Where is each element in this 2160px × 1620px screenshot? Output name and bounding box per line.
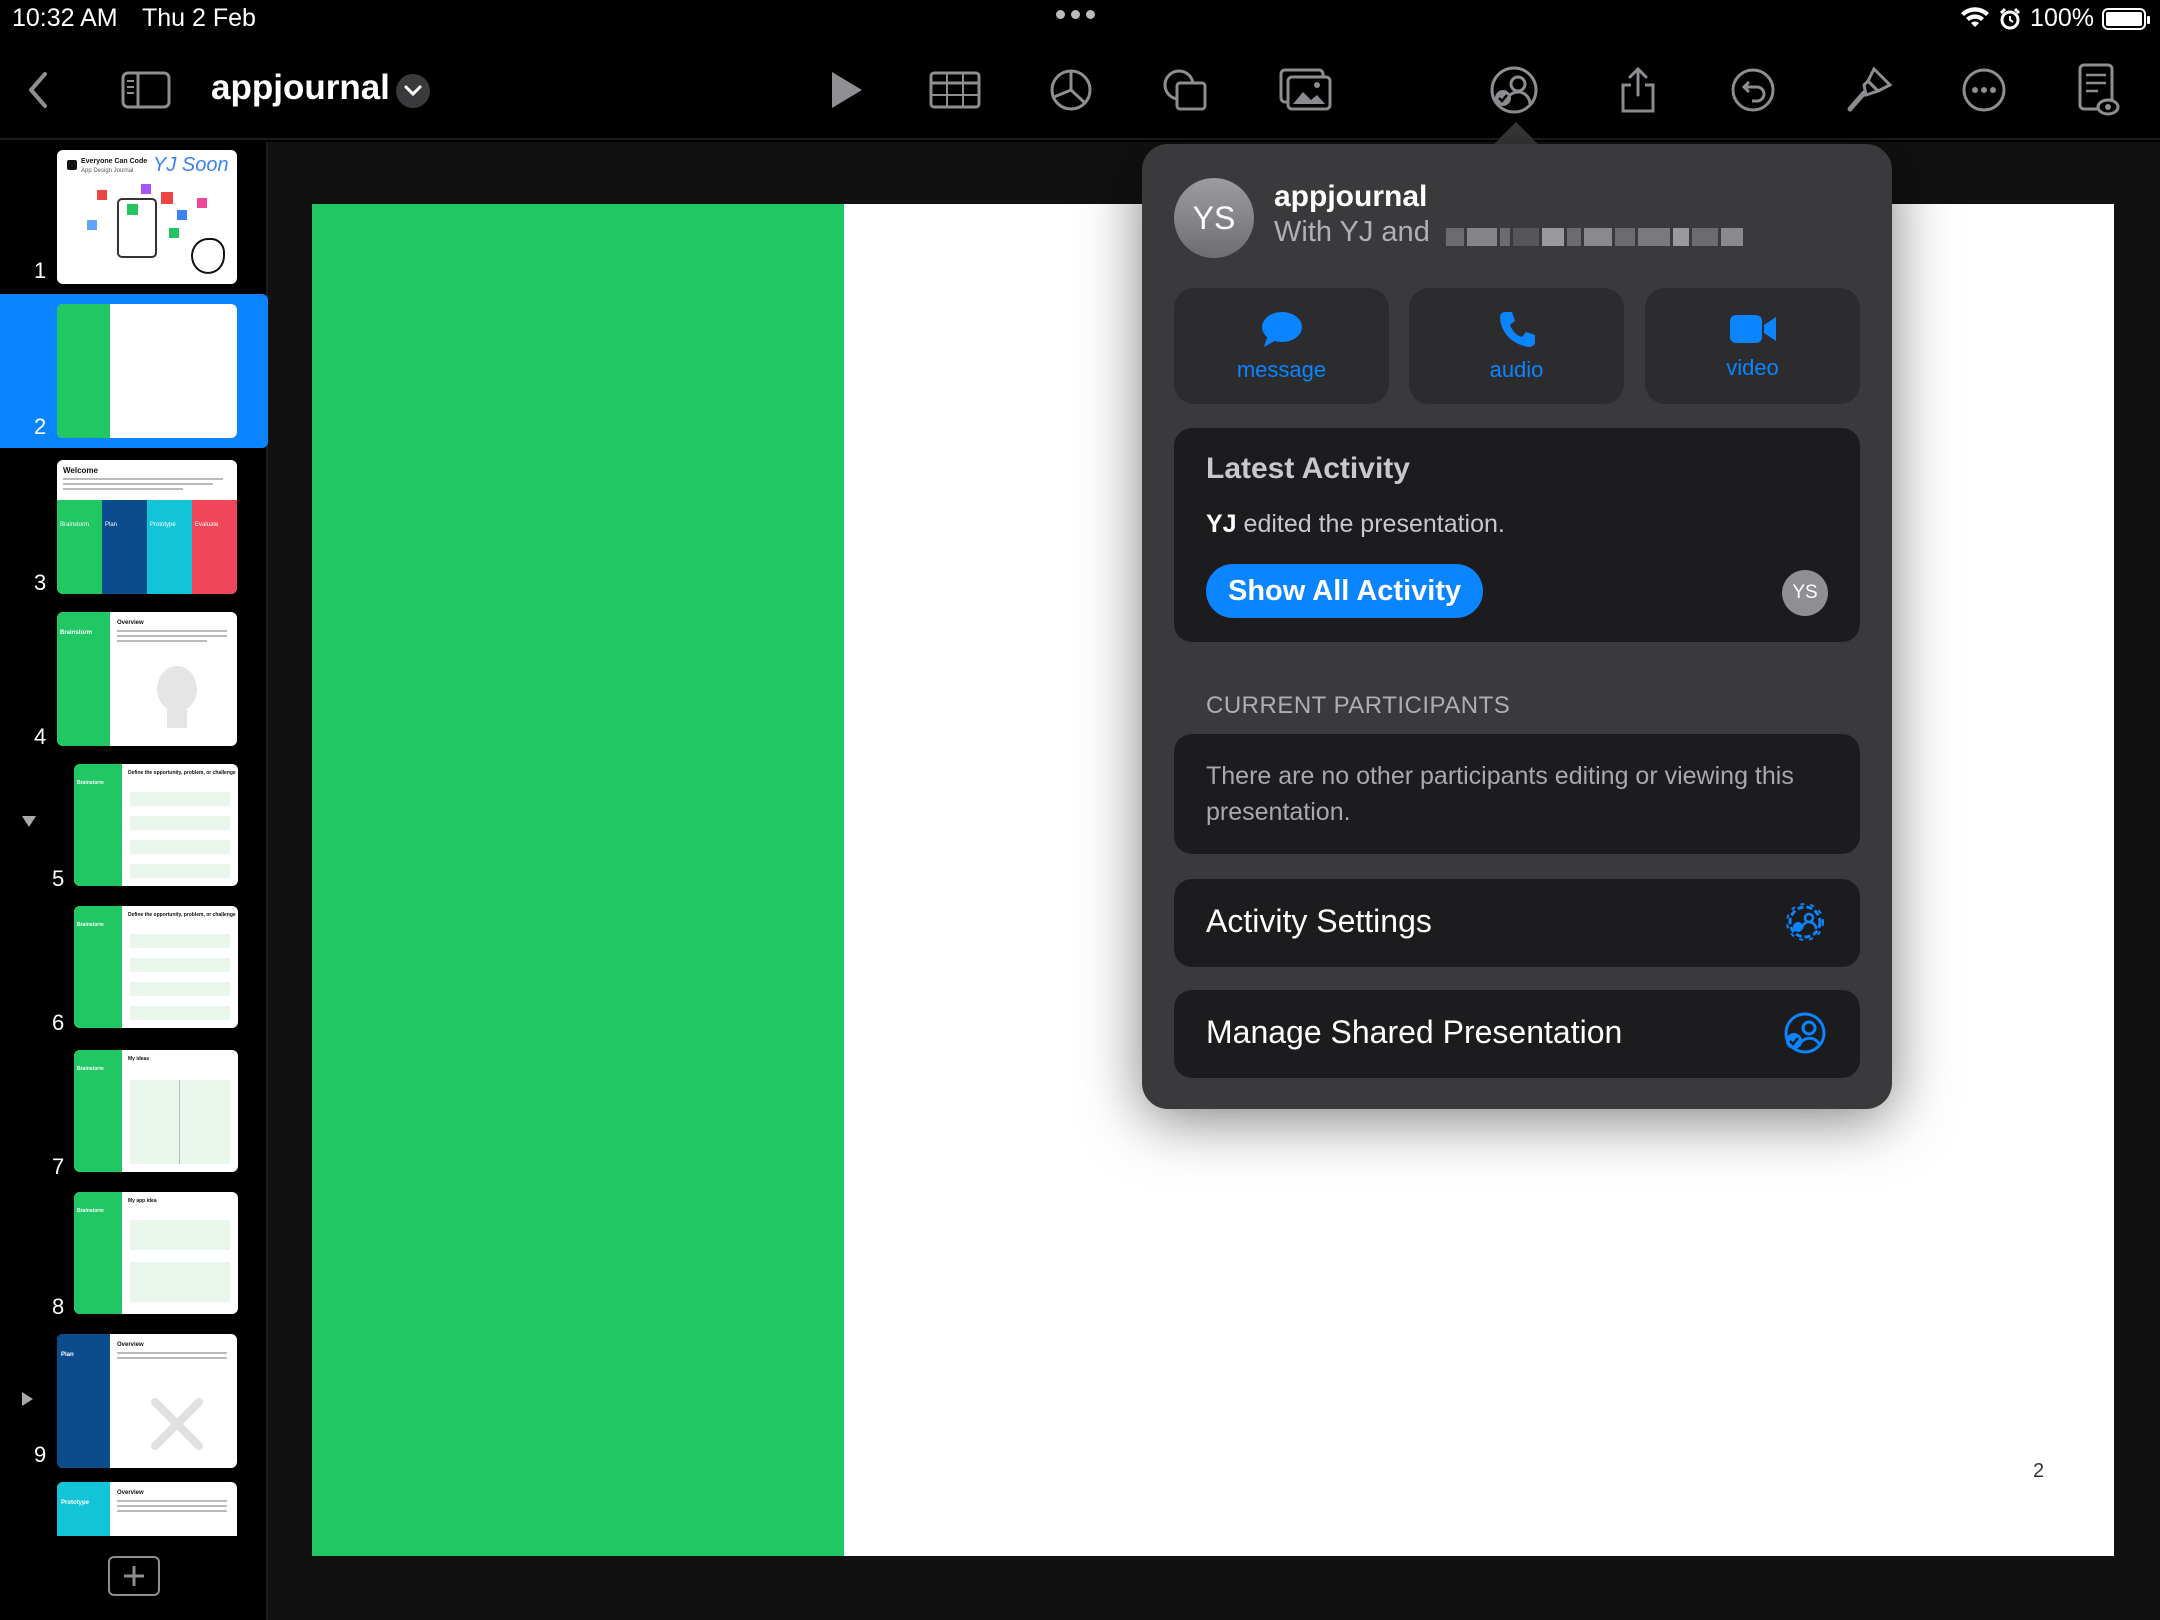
participants-card: There are no other participants editing … [1174, 734, 1860, 854]
manage-shared-icon [1784, 1012, 1826, 1054]
slide-thumbnail-row[interactable]: 7 Brainstorm My ideas [0, 1040, 268, 1182]
chart-icon[interactable] [1043, 62, 1099, 118]
popover-arrow [1492, 122, 1540, 146]
popover-title: appjournal [1274, 180, 1428, 213]
slide-thumbnail[interactable] [57, 304, 237, 438]
slide-number: 8 [52, 1294, 65, 1319]
table-icon[interactable] [927, 62, 983, 118]
slide-number: 7 [52, 1154, 65, 1179]
show-all-activity-button[interactable]: Show All Activity [1206, 564, 1484, 618]
avatar: YS [1782, 570, 1828, 616]
slide-number: 3 [34, 570, 47, 595]
latest-activity-heading: Latest Activity [1206, 452, 1410, 485]
phone-icon [1499, 312, 1535, 347]
slide-thumbnail[interactable]: Brainstorm Overview [57, 612, 237, 746]
battery-icon [2102, 7, 2150, 30]
popover-subtitle: With YJ and [1274, 216, 1430, 248]
slide-thumbnail-row[interactable]: 9 Plan Overview [0, 1324, 268, 1474]
toolbar: appjournal [0, 40, 2160, 140]
slide-thumbnail-row[interactable]: 6 Brainstorm Define the opportunity, pro… [0, 898, 268, 1040]
share-icon[interactable] [1610, 62, 1666, 118]
avatar: YS [1174, 178, 1254, 258]
shape-icon[interactable] [1158, 62, 1214, 118]
redacted-names [1446, 222, 1776, 252]
chevron-down-icon[interactable] [396, 74, 430, 108]
slide-thumbnail-row[interactable]: 1 Everyone Can Code App Design Journal Y… [0, 142, 268, 290]
collaboration-popover: YS appjournal With YJ and message audio … [1142, 144, 1892, 1109]
participants-text: There are no other participants editing … [1206, 762, 1794, 826]
slide-number: 9 [34, 1442, 47, 1467]
latest-activity-text: YJ edited the presentation. [1206, 510, 1505, 538]
multitasking-dots-icon[interactable] [1056, 10, 1095, 19]
manage-shared-label: Manage Shared Presentation [1206, 1014, 1623, 1050]
audio-button[interactable]: audio [1409, 288, 1624, 404]
reader-icon[interactable] [2070, 62, 2126, 118]
more-icon[interactable] [1956, 62, 2012, 118]
slide-number: 2 [34, 414, 47, 439]
slide-thumbnail[interactable]: Brainstorm My ideas [74, 1050, 238, 1172]
section-header: CURRENT PARTICIPANTS [1206, 692, 1511, 719]
activity-settings-label: Activity Settings [1206, 903, 1432, 939]
activity-settings-icon [1786, 903, 1824, 941]
slide-thumbnail-row[interactable]: 3 Welcome Brainstorm Plan Prototype Eval… [0, 452, 268, 602]
status-time: 10:32 AM [12, 4, 118, 32]
slide-thumbnail-row[interactable]: 8 Brainstorm My app idea [0, 1182, 268, 1324]
slide-thumbnail-row[interactable]: 5 Brainstorm Define the opportunity, pro… [0, 756, 268, 898]
slide-thumbnail[interactable]: Brainstorm My app idea [74, 1192, 238, 1314]
video-icon [1729, 315, 1776, 343]
slide-thumbnail[interactable]: Brainstorm Define the opportunity, probl… [74, 764, 238, 886]
collaboration-icon[interactable] [1486, 62, 1542, 118]
status-bar: 10:32 AM Thu 2 Feb 100% [0, 0, 2160, 40]
activity-settings-button[interactable]: Activity Settings [1174, 879, 1860, 967]
slide-thumbnail[interactable]: Everyone Can Code App Design Journal YJ … [57, 150, 237, 284]
slide-green-panel[interactable] [312, 204, 844, 1556]
status-date: Thu 2 Feb [142, 4, 256, 32]
disclosure-right-icon[interactable] [22, 1392, 33, 1406]
add-slide-button[interactable] [108, 1556, 160, 1596]
undo-icon[interactable] [1725, 62, 1781, 118]
format-brush-icon[interactable] [1841, 62, 1897, 118]
status-right: 100% [1960, 4, 2150, 33]
play-icon[interactable] [818, 62, 874, 118]
alarm-icon [1999, 7, 2021, 29]
video-button[interactable]: video [1645, 288, 1860, 404]
slide-page-number: 2 [2033, 1460, 2045, 1482]
wifi-icon [1961, 6, 1990, 27]
media-icon[interactable] [1278, 62, 1334, 118]
slide-number: 6 [52, 1010, 65, 1035]
document-title[interactable]: appjournal [211, 68, 390, 108]
back-icon[interactable] [10, 62, 66, 118]
slide-thumbnail[interactable]: Prototype Overview [57, 1482, 237, 1536]
battery-percent: 100% [2030, 4, 2094, 32]
slide-number: 1 [34, 258, 47, 283]
slide-thumbnail[interactable]: Brainstorm Define the opportunity, probl… [74, 906, 238, 1028]
slide-number: 5 [52, 866, 65, 891]
slide-number: 4 [34, 724, 47, 749]
plus-icon [124, 1566, 144, 1586]
slide-thumbnail[interactable]: Plan Overview [57, 1334, 237, 1468]
slide-thumbnail[interactable]: Welcome Brainstorm Plan Prototype Evalua… [57, 460, 237, 594]
latest-activity-card: Latest Activity YJ edited the presentati… [1174, 428, 1860, 642]
message-icon [1261, 312, 1302, 347]
manage-shared-presentation-button[interactable]: Manage Shared Presentation [1174, 990, 1860, 1078]
slide-thumbnail-row-selected[interactable]: 2 [0, 294, 268, 448]
message-button[interactable]: message [1174, 288, 1389, 404]
slide-thumbnail-row[interactable]: 4 Brainstorm Overview [0, 604, 268, 827]
slide-navigator[interactable]: 1 Everyone Can Code App Design Journal Y… [0, 142, 268, 1620]
slide-thumbnail-row[interactable]: Prototype Overview [0, 1476, 268, 1536]
sidebar-icon[interactable] [118, 62, 174, 118]
